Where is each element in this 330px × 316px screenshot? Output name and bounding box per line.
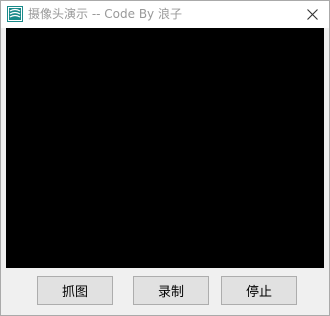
close-icon — [306, 5, 318, 24]
app-logo-icon — [7, 6, 23, 22]
button-bar: 抓图 录制 停止 — [1, 268, 329, 315]
window-title: 摄像头演示 -- Code By 浪子 — [28, 7, 182, 21]
stop-button[interactable]: 停止 — [221, 276, 297, 305]
capture-button[interactable]: 抓图 — [37, 276, 113, 305]
close-button[interactable] — [295, 1, 329, 28]
record-button[interactable]: 录制 — [133, 276, 209, 305]
title-bar[interactable]: 摄像头演示 -- Code By 浪子 — [1, 1, 329, 28]
camera-preview — [6, 28, 324, 268]
app-window: 摄像头演示 -- Code By 浪子 抓图 录制 停止 — [0, 0, 330, 316]
